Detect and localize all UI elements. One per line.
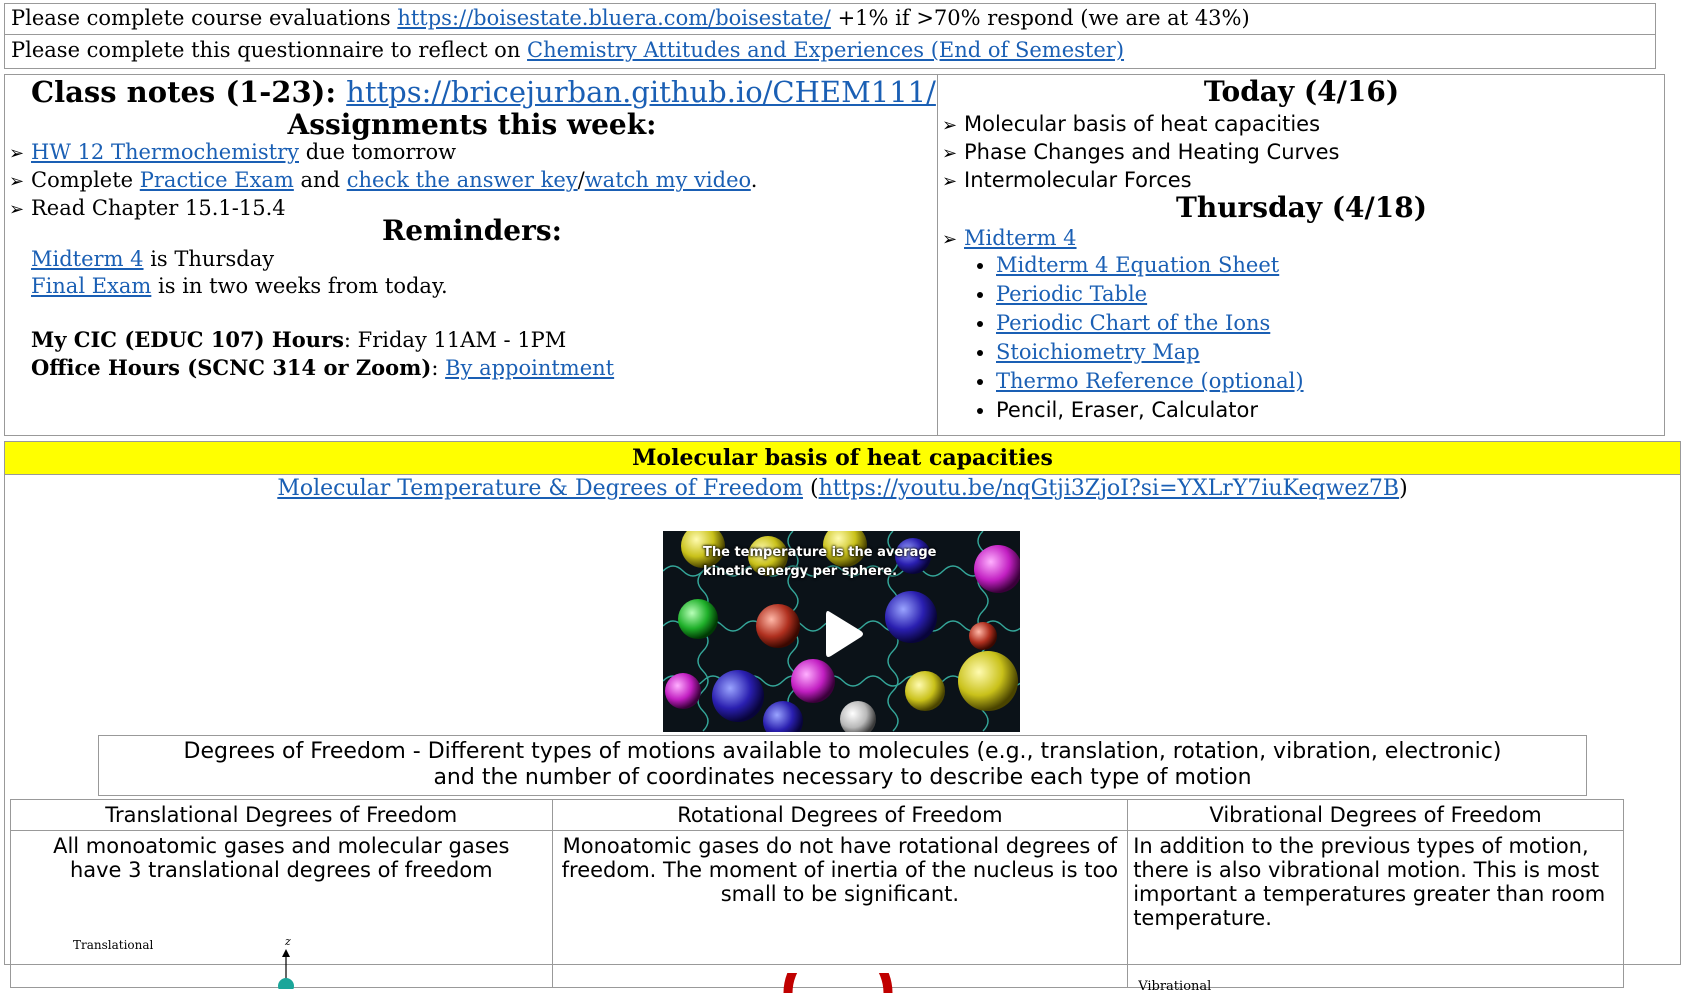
periodic-table-link[interactable]: Periodic Table	[996, 282, 1147, 306]
column-header: Translational Degrees of Freedom	[10, 799, 553, 831]
today-heading-text: Today (4/16)	[1203, 75, 1400, 108]
video-caption: The temperature is the average kinetic e…	[703, 543, 936, 581]
evaluation-link[interactable]: https://boisestate.bluera.com/boisestate…	[397, 6, 831, 30]
list-item: ➢ Molecular basis of heat capacities	[942, 111, 1339, 139]
table-row: All monoatomic gases and molecular gases…	[10, 830, 1624, 994]
final-reminder: Final Exam is in two weeks from today.	[31, 273, 614, 300]
paren-open: (	[809, 476, 819, 501]
eval-suffix: +1% if >70% respond (we are at 43%)	[837, 6, 1250, 30]
rotational-text: Monoatomic gases do not have rotational …	[561, 834, 1119, 906]
midterm-suffix: is Thursday	[150, 247, 275, 271]
schedule-panel: Today (4/16) ➢ Molecular basis of heat ca…	[938, 74, 1665, 436]
list-item: Periodic Table	[996, 280, 1304, 309]
equation-sheet-link[interactable]: Midterm 4 Equation Sheet	[996, 253, 1279, 277]
list-item: Thermo Reference (optional)	[996, 367, 1304, 396]
column-header: Vibrational Degrees of Freedom	[1127, 799, 1624, 831]
vibrational-figure-label: Vibrational	[1138, 979, 1212, 994]
cic-label: My CIC (EDUC 107) Hours	[31, 327, 344, 352]
assignments-heading: Assignments this week:	[287, 108, 657, 141]
midterm-reminder: Midterm 4 is Thursday	[31, 246, 614, 273]
today-item: Phase Changes and Heating Curves	[964, 140, 1340, 164]
list-item: ➢ HW 12 Thermochemistry due tomorrow	[9, 139, 757, 167]
column-header: Rotational Degrees of Freedom	[551, 799, 1129, 831]
period-text: .	[750, 168, 758, 192]
video-caption-line-2: kinetic energy per sphere.	[703, 564, 898, 579]
list-item: Pencil, Eraser, Calculator	[996, 396, 1304, 425]
z-axis-label: z	[285, 935, 291, 948]
class-notes-heading: Class notes (1-23): https://bricejurban.…	[31, 75, 936, 109]
rotational-cell: Monoatomic gases do not have rotational …	[551, 830, 1129, 993]
translational-figure-label: Translational	[73, 938, 154, 952]
arrow-bullet-icon: ➢	[942, 229, 958, 250]
appointment-link[interactable]: By appointment	[445, 356, 614, 380]
questionnaire-link[interactable]: Chemistry Attitudes and Experiences (End…	[527, 38, 1124, 62]
final-exam-link[interactable]: Final Exam	[31, 274, 151, 298]
midterm-resources-list: Midterm 4 Equation Sheet Periodic Table …	[946, 251, 1304, 425]
final-suffix: is in two weeks from today.	[158, 274, 448, 298]
complete-text: Complete	[31, 168, 134, 192]
office-colon: :	[431, 356, 439, 380]
reminders-heading: Reminders:	[382, 214, 562, 247]
practice-exam-link[interactable]: Practice Exam	[140, 168, 294, 192]
list-item: Stoichiometry Map	[996, 338, 1304, 367]
slash-text: /	[577, 168, 585, 192]
degrees-of-freedom-definition: Degrees of Freedom - Different types of …	[98, 735, 1587, 796]
translational-cell: All monoatomic gases and molecular gases…	[10, 830, 553, 989]
hw-suffix: due tomorrow	[305, 140, 457, 164]
translational-text: All monoatomic gases and molecular gases…	[53, 834, 510, 882]
cic-value: : Friday 11AM - 1PM	[343, 328, 567, 352]
video-caption-line-1: The temperature is the average	[703, 545, 937, 560]
video-embed[interactable]: The temperature is the average kinetic e…	[663, 531, 1020, 732]
today-list: ➢ Molecular basis of heat capacities ➢ Pha…	[942, 111, 1339, 195]
list-item: Midterm 4 Equation Sheet	[996, 251, 1304, 280]
ions-chart-link[interactable]: Periodic Chart of the Ions	[996, 311, 1270, 335]
office-hours: Office Hours (SCNC 314 or Zoom): By appo…	[31, 354, 614, 382]
today-heading: Today (4/16)	[938, 75, 1665, 108]
stoichiometry-map-link[interactable]: Stoichiometry Map	[996, 340, 1200, 364]
arrow-bullet-icon: ➢	[942, 115, 958, 136]
translation-figure	[278, 949, 294, 989]
thermo-reference-link[interactable]: Thermo Reference (optional)	[996, 369, 1304, 393]
today-item: Intermolecular Forces	[964, 168, 1192, 192]
dof-line-2: and the number of coordinates necessary …	[433, 765, 1252, 790]
thursday-heading: Thursday (4/18)	[938, 191, 1665, 224]
and-text: and	[300, 168, 341, 192]
video-title-link[interactable]: Molecular Temperature & Degrees of Freed…	[277, 476, 803, 501]
video-url-link[interactable]: https://youtu.be/nqGtji3ZjoI?si=YXLrY7iu…	[819, 476, 1400, 501]
evaluation-banner: Please complete course evaluations https…	[4, 3, 1656, 35]
section-title-bar: Molecular basis of heat capacities	[4, 441, 1681, 475]
list-item: ➢ Phase Changes and Heating Curves	[942, 139, 1339, 167]
paren-close: )	[1399, 476, 1408, 501]
office-label: Office Hours (SCNC 314 or Zoom)	[31, 355, 432, 380]
assignments-panel: Class notes (1-23): https://bricejurban.…	[4, 74, 938, 436]
questionnaire-banner: Please complete this questionnaire to re…	[4, 35, 1656, 69]
class-notes-label: Class notes (1-23):	[31, 75, 337, 109]
answer-key-link[interactable]: check the answer key	[347, 168, 578, 192]
vibrational-cell: In addition to the previous types of mot…	[1127, 830, 1624, 994]
arrow-bullet-icon: ➢	[9, 171, 25, 192]
no-rotation-icon	[783, 973, 893, 993]
today-item: Molecular basis of heat capacities	[964, 112, 1321, 136]
list-item: Periodic Chart of the Ions	[996, 309, 1304, 338]
vibrational-text: In addition to the previous types of mot…	[1133, 834, 1606, 930]
thursday-midterm-link[interactable]: Midterm 4	[964, 226, 1077, 250]
supplies-text: Pencil, Eraser, Calculator	[996, 398, 1258, 422]
table-header-row: Translational Degrees of Freedom Rotatio…	[10, 799, 1624, 831]
video-link-line: Molecular Temperature & Degrees of Freed…	[4, 476, 1681, 501]
section-title: Molecular basis of heat capacities	[632, 445, 1053, 471]
cic-hours: My CIC (EDUC 107) Hours: Friday 11AM - 1…	[31, 326, 614, 354]
midterm-link[interactable]: Midterm 4	[31, 247, 144, 271]
thursday-heading-text: Thursday (4/18)	[1176, 191, 1427, 224]
dof-line-1: Degrees of Freedom - Different types of …	[183, 739, 1502, 764]
hw-link[interactable]: HW 12 Thermochemistry	[31, 140, 299, 164]
class-notes-link[interactable]: https://bricejurban.github.io/CHEM111/	[346, 75, 936, 109]
quest-prefix: Please complete this questionnaire to re…	[11, 38, 521, 62]
list-item: ➢ Complete Practice Exam and check the an…	[9, 167, 757, 195]
eval-prefix: Please complete course evaluations	[11, 6, 391, 30]
play-icon[interactable]	[826, 609, 864, 659]
list-item: ➢ Midterm 4	[942, 225, 1077, 253]
watch-video-link[interactable]: watch my video	[585, 168, 751, 192]
arrow-bullet-icon: ➢	[942, 143, 958, 164]
arrow-bullet-icon: ➢	[9, 143, 25, 164]
